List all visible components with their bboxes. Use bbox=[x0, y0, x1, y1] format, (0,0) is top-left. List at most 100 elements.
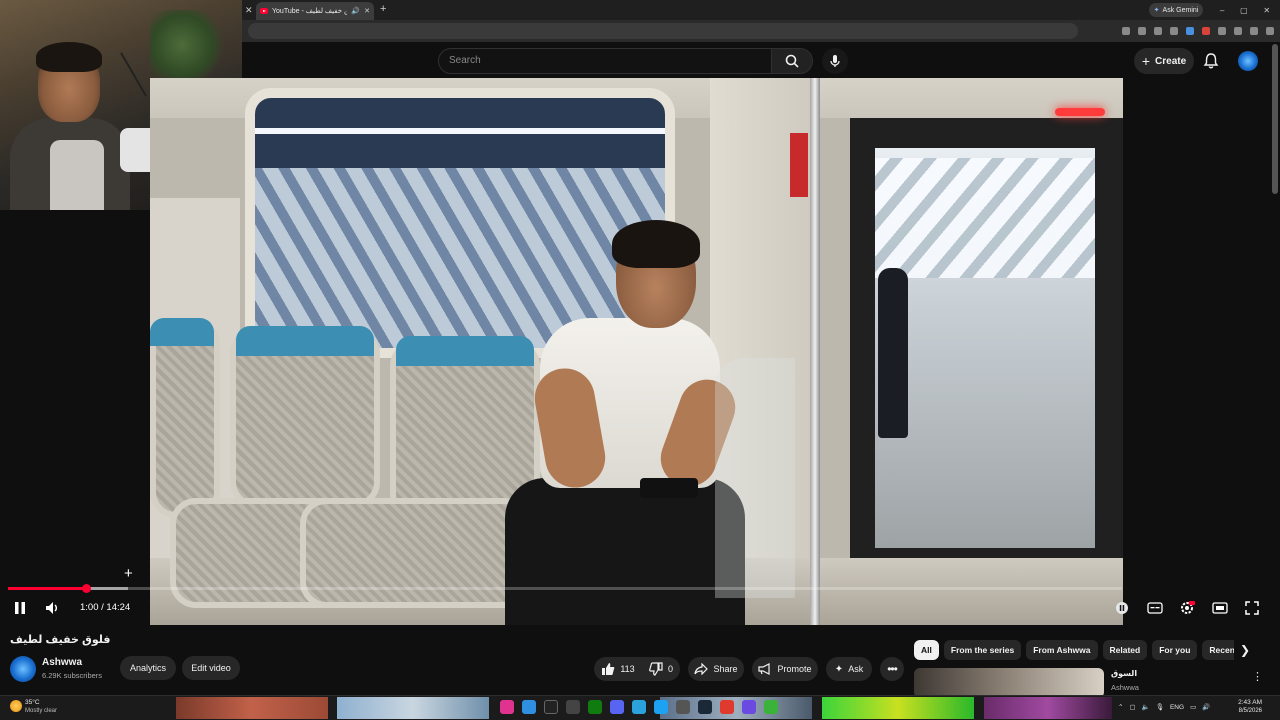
megaphone-icon bbox=[758, 663, 771, 675]
autoplay-pause-icon bbox=[1116, 602, 1128, 614]
bookmark-star-icon[interactable] bbox=[1154, 27, 1162, 35]
tray-chevron-icon[interactable]: ⌃ bbox=[1118, 703, 1123, 711]
ask-gemini-label: Ask Gemini bbox=[1162, 6, 1199, 14]
video-person-hair bbox=[612, 220, 700, 268]
zoom-icon[interactable] bbox=[1122, 27, 1130, 35]
recommendation-channel[interactable]: Ashwwa bbox=[1111, 683, 1139, 692]
search-input[interactable]: Search bbox=[438, 48, 772, 74]
telegram-icon[interactable] bbox=[632, 700, 646, 714]
search-button[interactable] bbox=[771, 48, 813, 74]
edit-video-button[interactable]: Edit video bbox=[182, 656, 240, 680]
close-window-button[interactable]: ✕ bbox=[1263, 6, 1270, 15]
volume-button[interactable] bbox=[44, 600, 60, 616]
recommendation-menu-icon[interactable]: ⋮ bbox=[1252, 670, 1263, 683]
steam-icon[interactable] bbox=[698, 700, 712, 714]
ask-gemini-button[interactable]: ✦ Ask Gemini bbox=[1149, 3, 1203, 17]
speaker-icon[interactable]: 🔊 bbox=[351, 8, 360, 15]
extension-icon[interactable] bbox=[1170, 27, 1178, 35]
downloads-icon[interactable] bbox=[1234, 27, 1242, 35]
weather-sun-icon[interactable] bbox=[10, 700, 22, 712]
autoplay-toggle[interactable] bbox=[1112, 598, 1132, 618]
theater-mode-button[interactable] bbox=[1210, 598, 1230, 618]
app-icon[interactable] bbox=[742, 700, 756, 714]
filter-chip[interactable]: All bbox=[914, 640, 939, 660]
fullscreen-button[interactable] bbox=[1242, 598, 1262, 618]
extension-red-icon[interactable] bbox=[1202, 27, 1210, 35]
like-button[interactable]: 113 bbox=[594, 657, 642, 681]
dislike-button[interactable]: 0 bbox=[642, 657, 680, 681]
taskbar-preview-thumbnail[interactable] bbox=[176, 697, 328, 719]
filter-chip[interactable]: Related bbox=[1102, 640, 1148, 660]
tray-volume-icon[interactable]: 🔈 bbox=[1142, 703, 1150, 711]
puzzle-icon[interactable] bbox=[1218, 27, 1226, 35]
captions-button[interactable] bbox=[1145, 598, 1165, 618]
chips-next-chevron-icon[interactable]: ❯ bbox=[1240, 643, 1250, 657]
tray-mic-icon[interactable]: 🎙 bbox=[1156, 703, 1164, 711]
promote-button[interactable]: Promote bbox=[752, 657, 818, 681]
profile-icon[interactable] bbox=[1250, 27, 1258, 35]
tray-speaker-icon[interactable]: 🔊 bbox=[1202, 703, 1210, 711]
promote-label: Promote bbox=[777, 664, 812, 674]
filter-chip[interactable]: From the series bbox=[943, 640, 1022, 660]
settings-app-icon[interactable] bbox=[676, 700, 690, 714]
clock-time[interactable]: 2:43 AM bbox=[1234, 699, 1262, 706]
filter-chip[interactable]: From Ashwwa bbox=[1026, 640, 1098, 660]
settings-button[interactable] bbox=[1177, 598, 1197, 618]
video-handrail-pole bbox=[810, 78, 820, 625]
discord-icon[interactable] bbox=[610, 700, 624, 714]
channel-name[interactable]: Ashwwa bbox=[42, 657, 82, 668]
app-icon[interactable] bbox=[500, 700, 514, 714]
weather-temperature[interactable]: 35°C bbox=[25, 699, 40, 706]
tray-app-icon[interactable]: ▢ bbox=[1129, 703, 1135, 711]
edge-icon[interactable] bbox=[522, 700, 536, 714]
filter-chip[interactable]: Recen bbox=[1202, 640, 1234, 660]
maximize-button[interactable]: ▢ bbox=[1240, 6, 1248, 15]
plus-icon: + bbox=[1141, 53, 1151, 69]
channel-avatar[interactable] bbox=[10, 656, 36, 682]
address-field[interactable] bbox=[248, 23, 1078, 39]
video-red-light bbox=[1055, 108, 1105, 116]
new-tab-button[interactable]: + bbox=[380, 4, 386, 15]
create-button[interactable]: + Create bbox=[1134, 48, 1194, 74]
voice-search-button[interactable] bbox=[822, 48, 848, 74]
share-button[interactable]: Share bbox=[688, 657, 744, 681]
webcam-person-hair bbox=[36, 42, 102, 72]
camera-icon[interactable] bbox=[566, 700, 580, 714]
ask-button[interactable]: ✦ Ask bbox=[826, 657, 872, 681]
menu-dots-icon[interactable] bbox=[1266, 27, 1274, 35]
more-dots-icon: ••• bbox=[887, 662, 898, 676]
browser-icon[interactable] bbox=[654, 700, 668, 714]
analytics-button[interactable]: Analytics bbox=[120, 656, 176, 680]
filter-chip[interactable]: For you bbox=[1152, 640, 1198, 660]
terminal-icon[interactable] bbox=[544, 700, 558, 714]
more-actions-button[interactable]: ••• bbox=[880, 657, 904, 681]
taskbar-preview-thumbnail[interactable] bbox=[337, 697, 489, 719]
taskbar-preview-thumbnail[interactable] bbox=[984, 697, 1112, 719]
window-controls: – ▢ ✕ bbox=[1212, 3, 1278, 17]
extension-blue-icon[interactable] bbox=[1186, 27, 1194, 35]
account-avatar[interactable] bbox=[1238, 51, 1258, 71]
excel-icon[interactable] bbox=[764, 700, 778, 714]
tab-close-icon[interactable]: ✕ bbox=[364, 8, 370, 15]
clock-date[interactable]: 8/5/2026 bbox=[1230, 708, 1262, 714]
recommendation-thumbnail[interactable] bbox=[914, 668, 1104, 698]
page-scrollbar[interactable] bbox=[1272, 44, 1278, 194]
notifications-button[interactable] bbox=[1202, 52, 1220, 70]
progress-bar[interactable] bbox=[8, 587, 1122, 590]
xbox-icon[interactable] bbox=[588, 700, 602, 714]
minimize-button[interactable]: – bbox=[1220, 6, 1224, 15]
recommendation-title[interactable]: السوق bbox=[1111, 669, 1137, 678]
weather-description[interactable]: Mostly clear bbox=[25, 708, 57, 714]
brave-icon[interactable] bbox=[720, 700, 734, 714]
pause-button[interactable] bbox=[12, 600, 28, 616]
cast-icon[interactable] bbox=[1138, 27, 1146, 35]
taskbar-preview-thumbnail[interactable] bbox=[822, 697, 974, 719]
browser-tab[interactable]: YouTube - فلوق خفيف لطيف 🔊 ✕ bbox=[256, 2, 374, 20]
video-player[interactable] bbox=[150, 78, 1123, 625]
tray-network-icon[interactable]: ▭ bbox=[1190, 703, 1196, 711]
video-emergency-sign bbox=[790, 133, 808, 197]
language-indicator[interactable]: ENG bbox=[1170, 704, 1184, 711]
tab-strip-close-icon[interactable]: ✕ bbox=[245, 6, 253, 15]
video-glass-partition bbox=[715, 358, 795, 598]
progress-scrubber[interactable] bbox=[82, 584, 91, 593]
